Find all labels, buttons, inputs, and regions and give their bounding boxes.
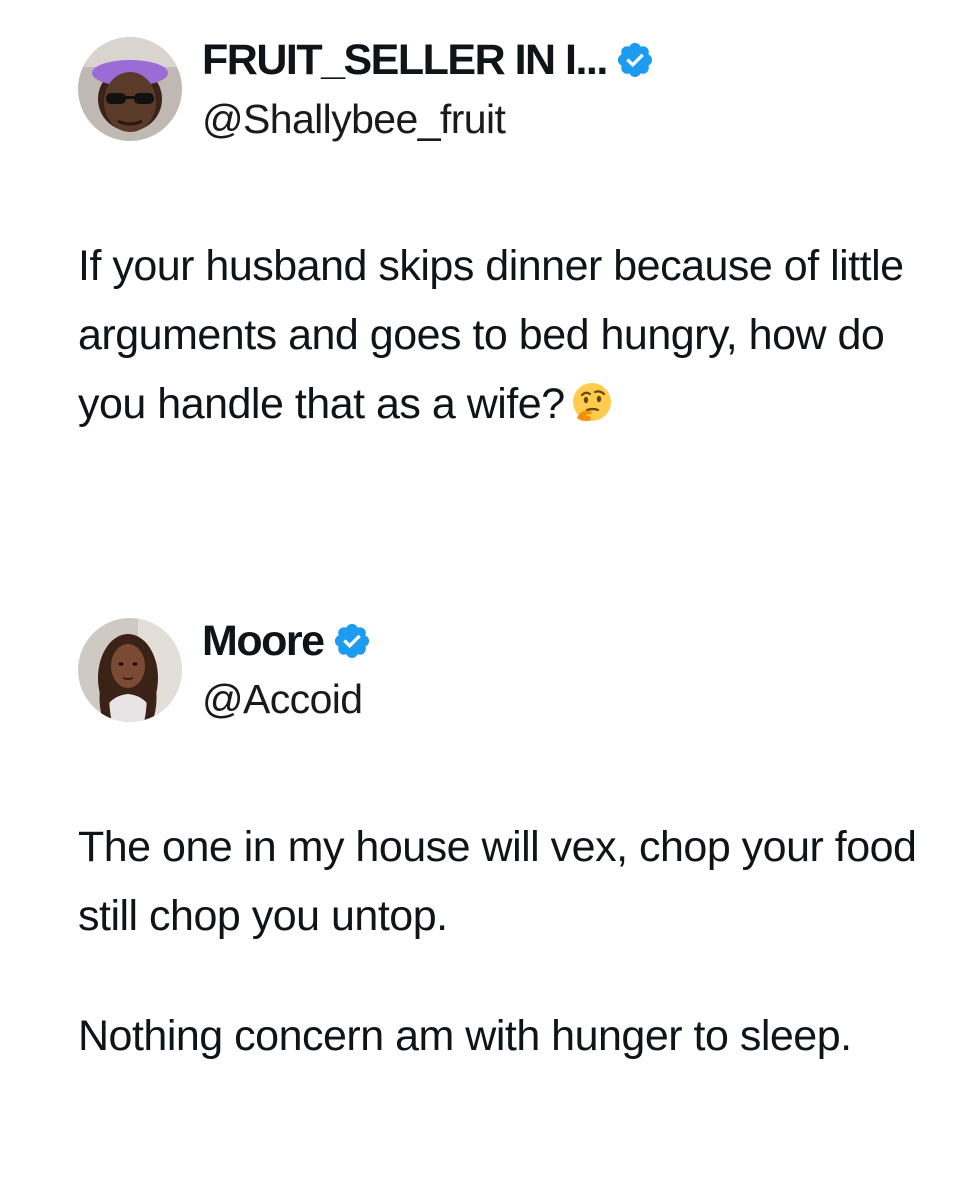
- verified-badge-icon: [615, 40, 655, 80]
- tweet-paragraph: If your husband skips dinner because of …: [78, 232, 938, 439]
- display-name[interactable]: Moore: [202, 615, 325, 667]
- display-name[interactable]: FRUIT_SELLER IN I...: [202, 34, 608, 86]
- tweet-paragraph-text: If your husband skips dinner because of …: [78, 242, 904, 428]
- thinking-face-icon: [569, 380, 615, 426]
- avatar[interactable]: [78, 618, 182, 722]
- handle[interactable]: @Accoid: [202, 674, 363, 724]
- tweet-text: If your husband skips dinner because of …: [78, 232, 938, 439]
- handle[interactable]: @Shallybee_fruit: [202, 94, 506, 144]
- tweet-text: The one in my house will vex, chop your …: [78, 813, 938, 1071]
- author-name-row: FRUIT_SELLER IN I...: [202, 34, 655, 86]
- tweet-paragraph: The one in my house will vex, chop your …: [78, 823, 917, 940]
- verified-badge-icon: [332, 621, 372, 661]
- avatar[interactable]: [78, 37, 182, 141]
- author-name-row: Moore: [202, 615, 372, 667]
- tweet-paragraph: Nothing concern am with hunger to sleep.: [78, 1012, 852, 1060]
